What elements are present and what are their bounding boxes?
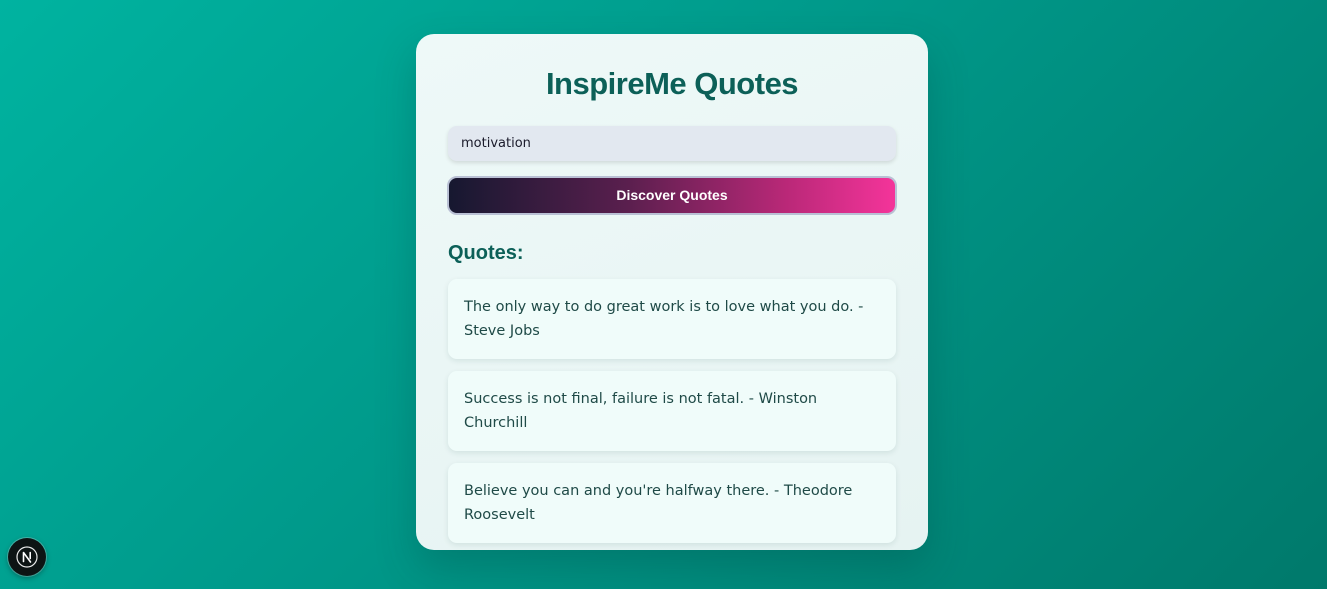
- quote-card: InspireMe Quotes Discover Quotes Quotes:…: [416, 34, 928, 550]
- nextjs-dev-indicator-button[interactable]: [8, 538, 46, 576]
- quote-item: Success is not final, failure is not fat…: [448, 371, 896, 451]
- app-title: InspireMe Quotes: [545, 66, 799, 101]
- quotes-heading: Quotes:: [448, 242, 524, 264]
- quote-item: The only way to do great work is to love…: [448, 279, 896, 359]
- discover-quotes-button[interactable]: Discover Quotes: [447, 176, 897, 215]
- quote-item: Believe you can and you're halfway there…: [448, 463, 896, 543]
- nextjs-logo-icon: [16, 546, 38, 568]
- quotes-list: The only way to do great work is to love…: [448, 279, 896, 543]
- topic-input[interactable]: [448, 126, 896, 161]
